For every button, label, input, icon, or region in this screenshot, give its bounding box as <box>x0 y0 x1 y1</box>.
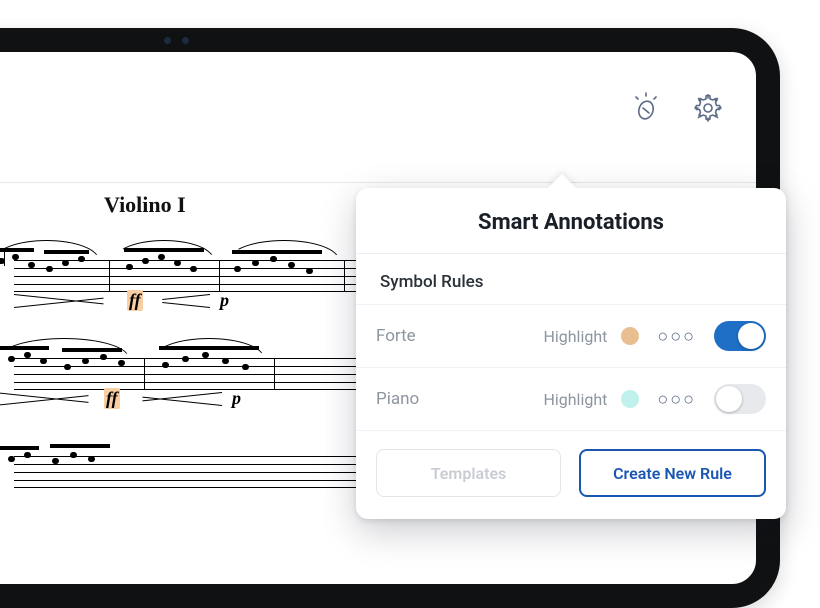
dynamic-fortissimo: ff <box>104 388 120 409</box>
templates-button[interactable]: Templates <box>376 449 561 497</box>
staff-lines-icon <box>14 358 384 390</box>
barline-icon <box>274 358 275 390</box>
rule-toggle[interactable] <box>714 321 766 351</box>
section-header: Symbol Rules <box>356 254 786 305</box>
staff-lines-icon <box>14 456 384 488</box>
staff-row: ff p <box>14 340 384 412</box>
decrescendo-icon <box>142 392 222 406</box>
barline-icon <box>219 260 220 292</box>
popover-title: Smart Annotations <box>356 188 786 254</box>
smart-annotations-icon[interactable] <box>628 90 664 126</box>
staff-row: f ff p <box>14 242 384 314</box>
color-swatch[interactable] <box>621 327 639 345</box>
camera-indicator-icon <box>164 37 171 44</box>
barline-icon <box>109 260 110 292</box>
more-options-icon[interactable]: ○○○ <box>653 389 700 410</box>
dynamic-fortissimo: ff <box>127 290 143 311</box>
rule-action-label: Highlight <box>543 327 607 346</box>
crescendo-icon <box>0 392 89 406</box>
rule-row-piano: Piano Highlight ○○○ <box>356 368 786 431</box>
rule-name: Piano <box>376 389 529 409</box>
settings-gear-icon[interactable] <box>690 90 726 126</box>
dynamic-piano: p <box>220 290 229 311</box>
barline-icon <box>344 260 345 292</box>
staff-row <box>14 438 384 510</box>
rule-row-forte: Forte Highlight ○○○ <box>356 305 786 368</box>
staff-lines-icon <box>14 260 384 292</box>
barline-icon <box>144 358 145 390</box>
crescendo-icon <box>14 294 104 308</box>
decrescendo-icon <box>162 294 210 308</box>
dynamic-piano: p <box>232 388 241 409</box>
popover-footer: Templates Create New Rule <box>356 431 786 519</box>
header-divider <box>0 182 756 183</box>
color-swatch[interactable] <box>621 390 639 408</box>
instrument-label: Violino I <box>104 192 384 218</box>
more-options-icon[interactable]: ○○○ <box>653 326 700 347</box>
rule-toggle[interactable] <box>714 384 766 414</box>
camera-indicator-icon <box>182 37 189 44</box>
rule-action-label: Highlight <box>543 390 607 409</box>
smart-annotations-popover: Smart Annotations Symbol Rules Forte Hig… <box>356 188 786 519</box>
rule-name: Forte <box>376 326 529 346</box>
music-score: Violino I <box>0 192 384 536</box>
create-new-rule-button[interactable]: Create New Rule <box>579 449 766 497</box>
toolbar <box>628 90 726 126</box>
